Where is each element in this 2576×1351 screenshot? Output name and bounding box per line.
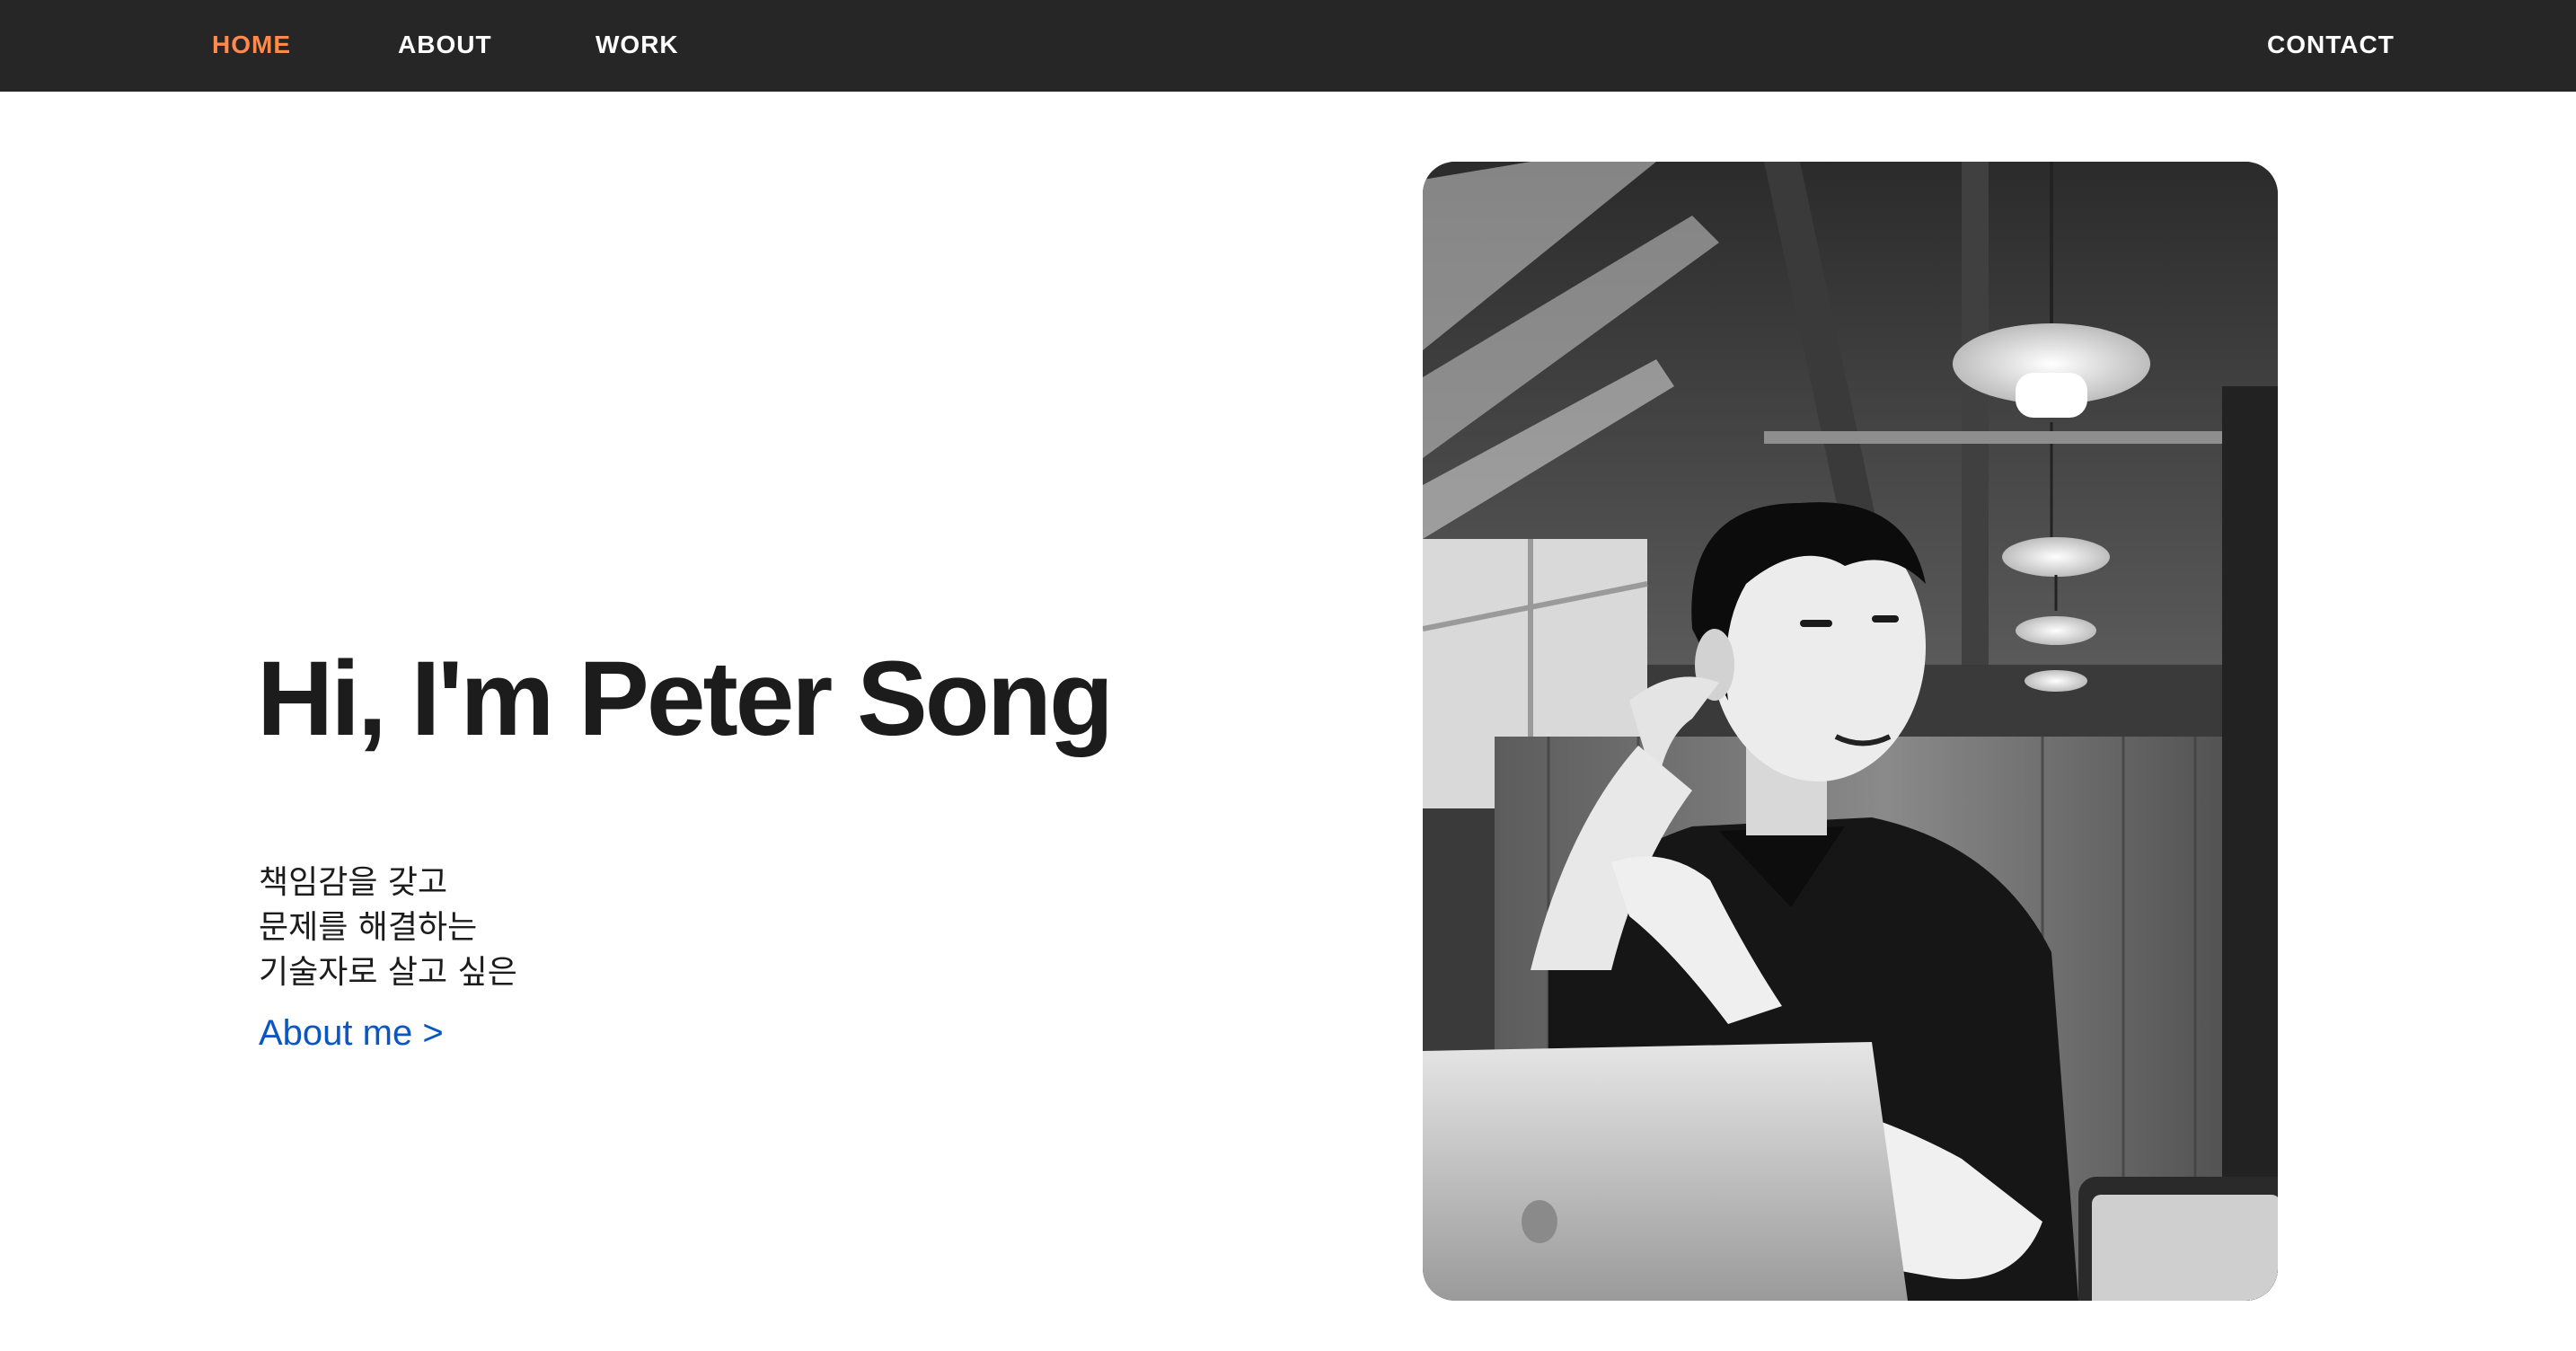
tagline-line: 기술자로 살고 싶은	[259, 954, 517, 991]
profile-photo	[1423, 162, 2278, 1301]
nav-work-link[interactable]: WORK	[595, 27, 679, 63]
hero-tagline: 책임감을 갖고 문제를 해결하는 기술자로 살고 싶은	[259, 861, 517, 995]
nav-about-link[interactable]: ABOUT	[398, 27, 492, 63]
hero-title: Hi, I'm Peter Song	[257, 640, 1114, 758]
nav-contact-link[interactable]: CONTACT	[2267, 27, 2395, 63]
tagline-line: 문제를 해결하는	[259, 909, 478, 946]
top-navigation-bar: HOME ABOUT WORK CONTACT	[0, 0, 2576, 92]
nav-home-link[interactable]: HOME	[212, 27, 291, 63]
tagline-line: 책임감을 갖고	[259, 864, 448, 901]
about-me-link[interactable]: About me >	[259, 1008, 444, 1058]
